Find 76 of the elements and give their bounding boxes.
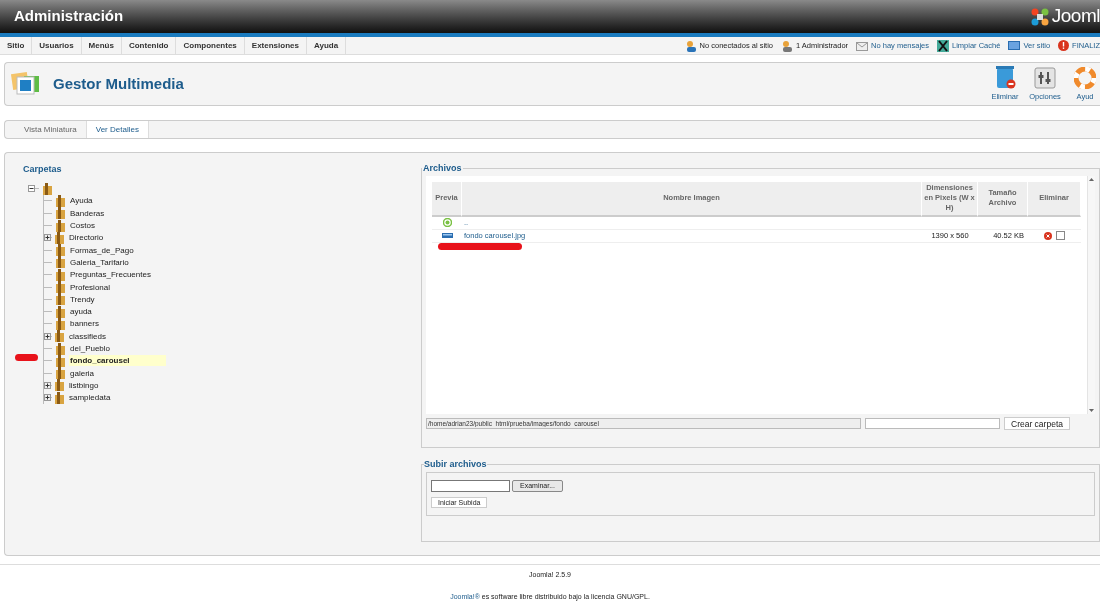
- expand-icon[interactable]: [44, 394, 51, 402]
- folder-label[interactable]: listbingo: [68, 379, 135, 391]
- logo-text: Jooml: [1051, 4, 1100, 29]
- folder-label[interactable]: ayuda: [69, 306, 128, 318]
- menu-item[interactable]: Contenido: [121, 37, 177, 54]
- delete-icon[interactable]: [1044, 231, 1052, 240]
- create-folder-button[interactable]: Crear carpeta: [1004, 416, 1070, 430]
- folder-label[interactable]: banners: [69, 318, 135, 330]
- checkbox[interactable]: [1056, 231, 1065, 240]
- folder-icon: [55, 367, 66, 380]
- section-title: Subir archivos: [424, 458, 487, 471]
- folder-label[interactable]: Banderas: [69, 207, 141, 219]
- folder-label[interactable]: Formas_de_Pago: [69, 244, 170, 256]
- folder-label[interactable]: Profesional: [69, 281, 147, 293]
- folder-icon: [54, 330, 65, 343]
- logo-icon: [1029, 6, 1050, 27]
- folder-icon: [55, 281, 66, 293]
- menu-item[interactable]: Usuarios: [32, 37, 82, 54]
- view-tab[interactable]: Ver Detalles: [86, 121, 149, 138]
- collapse-icon[interactable]: [28, 185, 35, 193]
- folder-name-field[interactable]: [865, 417, 1000, 429]
- users-icon: [780, 39, 793, 52]
- image-thumbnail-icon: [441, 233, 453, 238]
- folder-label[interactable]: sampledata: [68, 392, 147, 404]
- users-icon: [684, 39, 697, 52]
- expand-icon[interactable]: [44, 234, 51, 242]
- folder-icon: [55, 256, 66, 269]
- expand-icon[interactable]: [44, 381, 51, 389]
- section-title: Carpetas: [23, 163, 63, 176]
- menu-item[interactable]: Menús: [81, 37, 122, 54]
- menu-item[interactable]: Componentes: [176, 37, 245, 54]
- folder-label[interactable]: Trendy: [69, 293, 131, 305]
- scroll-up-icon[interactable]: [1089, 177, 1094, 181]
- folder-icon: [55, 219, 66, 232]
- folder-icon: [55, 207, 66, 220]
- folder-icon: [54, 391, 65, 404]
- monitor-icon: [1008, 40, 1021, 51]
- menu-item[interactable]: Ayuda: [306, 37, 347, 54]
- folder-label[interactable]: Directorio: [68, 232, 140, 244]
- page-title: Gestor Multimedia: [53, 73, 184, 94]
- section-title: Archivos: [422, 162, 463, 175]
- folder-icon: [54, 379, 65, 392]
- trash-icon: [994, 65, 1016, 90]
- scroll-down-icon[interactable]: [1089, 408, 1094, 412]
- folder-label[interactable]: Ayuda: [69, 195, 129, 207]
- expand-icon[interactable]: [44, 332, 51, 340]
- media-icon: [11, 71, 41, 97]
- file-field[interactable]: [431, 479, 510, 492]
- scrollbar[interactable]: [1087, 175, 1095, 414]
- lifebuoy-icon: [1074, 67, 1096, 90]
- folder-icon: [55, 342, 66, 355]
- up-folder-icon: [442, 218, 452, 227]
- folder-icon: [55, 354, 66, 367]
- menu-item[interactable]: Extensiones: [244, 37, 307, 54]
- folder-icon: [54, 231, 65, 244]
- folder-label[interactable]: Costos: [69, 220, 131, 232]
- folder-label[interactable]: galeria: [69, 367, 130, 379]
- folder-icon: [42, 182, 53, 195]
- folder-icon: [55, 317, 66, 330]
- view-tab[interactable]: Vista Miniatura: [15, 121, 87, 138]
- mail-icon: [856, 40, 869, 51]
- menu-item[interactable]: Sitio: [0, 37, 33, 54]
- settings-icon: [1034, 67, 1056, 90]
- folder-label[interactable]: classifieds: [68, 330, 142, 342]
- highlight-mark: [15, 354, 38, 361]
- header-title: Administración: [14, 6, 124, 27]
- folder-label[interactable]: Preguntas_Frecuentes: [69, 269, 187, 281]
- folder-icon: [55, 244, 66, 257]
- folder-label[interactable]: del_Pueblo: [69, 343, 147, 354]
- folder-icon: [55, 305, 66, 318]
- folder-label[interactable]: fondo_carousel: [69, 355, 166, 367]
- alert-icon: [1058, 40, 1070, 51]
- folder-icon: [55, 194, 66, 207]
- folder-icon: [55, 293, 66, 306]
- folder-icon: [55, 268, 66, 281]
- folder-label[interactable]: Galeria_Tarifario: [69, 256, 165, 268]
